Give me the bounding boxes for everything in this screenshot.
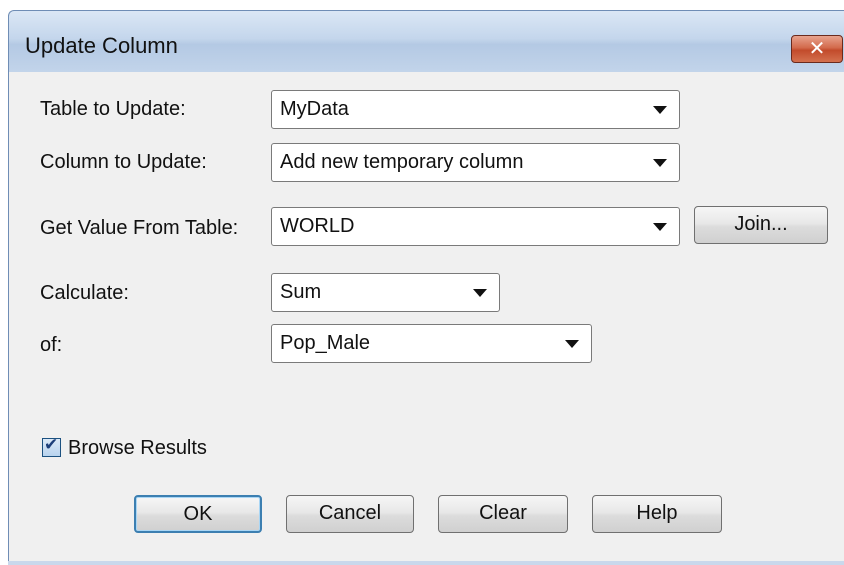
calculate-value: Sum <box>280 281 322 303</box>
dialog-title: Update Column <box>25 33 178 58</box>
help-button[interactable]: Help <box>592 495 722 533</box>
table-to-update-value: MyData <box>280 98 349 120</box>
get-value-from-table-value: WORLD <box>280 215 355 237</box>
get-value-from-table-label: Get Value From Table: <box>40 217 239 239</box>
table-to-update-select[interactable]: MyData <box>271 90 680 129</box>
update-column-dialog: Update Column ✕ Table to Update: MyData … <box>0 0 844 565</box>
clear-button[interactable]: Clear <box>438 495 568 533</box>
calculate-select[interactable]: Sum <box>271 273 500 312</box>
chevron-down-icon <box>653 106 667 114</box>
title-bar[interactable]: Update Column ✕ <box>8 10 844 72</box>
column-to-update-label: Column to Update: <box>40 151 207 173</box>
of-value: Pop_Male <box>280 332 371 354</box>
close-button[interactable]: ✕ <box>791 35 843 63</box>
chevron-down-icon <box>565 340 579 348</box>
join-button[interactable]: Join... <box>694 206 828 244</box>
column-to-update-select[interactable]: Add new temporary column <box>271 143 680 182</box>
table-to-update-label: Table to Update: <box>40 98 186 120</box>
chevron-down-icon <box>473 289 487 297</box>
column-to-update-value: Add new temporary column <box>280 151 524 173</box>
cancel-button[interactable]: Cancel <box>286 495 414 533</box>
get-value-from-table-select[interactable]: WORLD <box>271 207 680 246</box>
ok-button[interactable]: OK <box>134 495 262 533</box>
browse-results-checkbox[interactable]: ✔ <box>42 435 61 457</box>
checkmark-icon: ✔ <box>44 435 59 455</box>
browse-results-label[interactable]: Browse Results <box>68 437 207 460</box>
chevron-down-icon <box>653 159 667 167</box>
of-select[interactable]: Pop_Male <box>271 324 592 363</box>
calculate-label: Calculate: <box>40 282 129 304</box>
dialog-bottom-border <box>8 561 844 565</box>
chevron-down-icon <box>653 223 667 231</box>
of-label: of: <box>40 334 63 356</box>
close-icon: ✕ <box>808 36 826 60</box>
